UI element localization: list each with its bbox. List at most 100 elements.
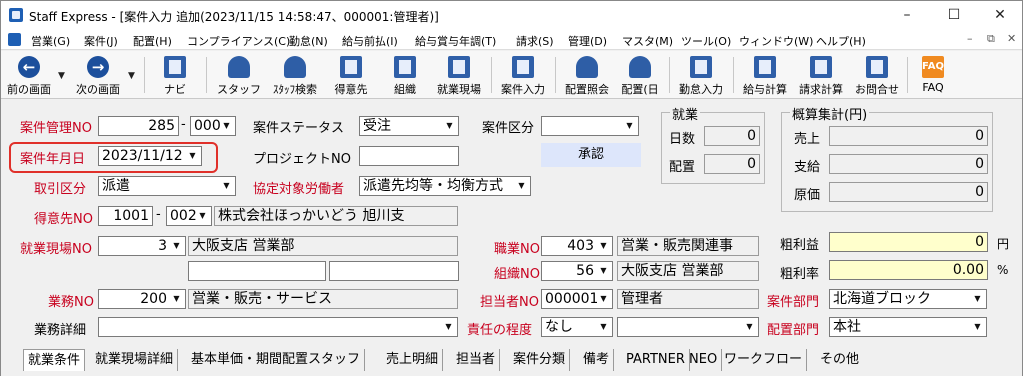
case-status-select[interactable]: 受注 ▼ xyxy=(359,116,459,136)
client-label: 得意先 xyxy=(334,83,368,96)
client-no-input[interactable]: 1001 xyxy=(98,206,153,226)
worksite-extra-field-2[interactable] xyxy=(329,261,459,281)
placement-daily-button[interactable]: 配置(日 xyxy=(615,51,665,98)
tab-unit-price-staff[interactable]: 基本単価・期間配置スタッフ xyxy=(187,349,366,371)
placement-department-select[interactable]: 本社 ▼ xyxy=(829,317,987,337)
tab-worksite-details[interactable]: 就業現場詳細 xyxy=(91,349,179,371)
case-status-label: 案件ステータス xyxy=(253,121,345,136)
chevron-down-icon[interactable]: ▼ xyxy=(743,320,756,334)
close-button[interactable]: ✕ xyxy=(977,1,1023,30)
transaction-type-select[interactable]: 派遣 ▼ xyxy=(98,176,236,196)
chevron-down-icon[interactable]: ▼ xyxy=(597,239,610,253)
menu-app-icon[interactable] xyxy=(8,33,21,46)
tab-notes[interactable]: 備考 xyxy=(579,349,615,371)
chevron-down-icon[interactable]: ▼ xyxy=(971,320,984,334)
mdi-restore-button[interactable]: ⧉ xyxy=(987,32,995,46)
responsibility-select[interactable]: なし ▼ xyxy=(541,317,613,337)
responsibility-extra-select[interactable]: ▼ xyxy=(617,317,759,337)
menu-bar: 営業(G) 案件(J) 配置(H) コンプライアンス(C) 勤怠(N) 給与前払… xyxy=(1,30,1022,50)
worksite-extra-field-1[interactable] xyxy=(188,261,326,281)
menu-sales[interactable]: 営業(G) xyxy=(31,33,70,49)
toolbar-separator xyxy=(206,57,207,93)
faq-button[interactable]: FAQ FAQ xyxy=(911,51,955,98)
staff-search-button[interactable]: ｽﾀｯﾌ検索 xyxy=(267,51,323,98)
organization-no-label: 組織NO xyxy=(494,267,540,282)
menu-compliance[interactable]: コンプライアンス(C) xyxy=(187,33,290,49)
chevron-down-icon[interactable]: ▼ xyxy=(443,119,456,133)
navi-button[interactable]: ナビ xyxy=(151,51,199,98)
client-branch-select[interactable]: 002 ▼ xyxy=(166,206,212,226)
organization-label: 組織 xyxy=(394,83,416,96)
tab-other[interactable]: その他 xyxy=(816,349,863,371)
worksite-no-select[interactable]: 3 ▼ xyxy=(98,236,186,256)
chevron-down-icon[interactable]: ▼ xyxy=(597,292,610,306)
menu-payroll-bonus[interactable]: 給与賞与年調(T) xyxy=(415,33,496,49)
organization-no-select[interactable]: 56 ▼ xyxy=(541,261,613,281)
minimize-button[interactable]: – xyxy=(884,1,930,30)
tab-employment-conditions[interactable]: 就業条件 xyxy=(23,349,86,371)
chevron-down-icon[interactable]: ▼ xyxy=(170,239,183,253)
chevron-down-icon[interactable]: ▼ xyxy=(515,179,528,193)
chevron-down-icon[interactable]: ▼ xyxy=(623,119,636,133)
case-input-button[interactable]: 案件入力 xyxy=(495,51,551,98)
attendance-button[interactable]: 勤怠入力 xyxy=(673,51,729,98)
back-dropdown-icon[interactable]: ▼ xyxy=(58,71,65,81)
chevron-down-icon[interactable]: ▼ xyxy=(971,292,984,306)
worksite-button[interactable]: 就業現場 xyxy=(431,51,487,98)
menu-placement[interactable]: 配置(H) xyxy=(133,33,172,49)
billing-icon xyxy=(810,56,832,78)
forward-dropdown-icon[interactable]: ▼ xyxy=(128,71,135,81)
menu-case[interactable]: 案件(J) xyxy=(84,33,118,49)
case-mgmt-no-input[interactable]: 285 xyxy=(98,116,179,136)
person-in-charge-select[interactable]: 000001 ▼ xyxy=(541,289,613,309)
menu-management[interactable]: 管理(D) xyxy=(568,33,607,49)
tab-person-in-charge[interactable]: 担当者 xyxy=(452,349,501,371)
forward-button[interactable]: → 次の画面 xyxy=(69,51,127,98)
case-input-icon xyxy=(512,56,534,78)
responsibility-value: なし xyxy=(545,319,573,335)
chevron-down-icon[interactable]: ▼ xyxy=(442,320,455,334)
maximize-button[interactable]: ☐ xyxy=(931,1,977,30)
chevron-down-icon[interactable]: ▼ xyxy=(597,320,610,334)
job-detail-select[interactable]: ▼ xyxy=(98,317,458,337)
client-button[interactable]: 得意先 xyxy=(327,51,375,98)
case-category-select[interactable]: ▼ xyxy=(541,116,639,136)
chevron-down-icon[interactable]: ▼ xyxy=(597,264,610,278)
approve-button[interactable]: 承認 xyxy=(541,143,641,167)
case-branch-select[interactable]: 000 ▼ xyxy=(190,116,236,136)
menu-payroll-advance[interactable]: 給与前払(I) xyxy=(342,33,398,49)
tab-neo[interactable]: NEO xyxy=(685,349,723,371)
chevron-down-icon[interactable]: ▼ xyxy=(170,292,183,306)
menu-help[interactable]: ヘルプ(H) xyxy=(816,33,866,49)
project-no-input[interactable] xyxy=(359,146,459,166)
chevron-down-icon[interactable]: ▼ xyxy=(220,179,233,193)
menu-master[interactable]: マスタ(M) xyxy=(622,33,673,49)
menu-tools[interactable]: ツール(O) xyxy=(681,33,731,49)
staff-button[interactable]: スタッフ xyxy=(215,51,263,98)
occupation-no-select[interactable]: 403 ▼ xyxy=(541,236,613,256)
menu-window[interactable]: ウィンドウ(W) xyxy=(739,33,813,49)
job-no-select[interactable]: 200 ▼ xyxy=(98,289,186,309)
mdi-close-button[interactable]: ✕ xyxy=(1007,32,1016,45)
agreement-worker-select[interactable]: 派遣先均等・均衡方式 ▼ xyxy=(359,176,531,196)
inquiry-button[interactable]: お問合せ xyxy=(849,51,905,98)
toolbar-separator xyxy=(733,57,734,93)
tab-workflow[interactable]: ワークフロー xyxy=(720,349,808,371)
cost-label: 原価 xyxy=(794,188,821,203)
chevron-down-icon[interactable]: ▼ xyxy=(196,209,209,223)
worksite-icon xyxy=(448,56,470,78)
tab-partner[interactable]: PARTNER xyxy=(622,349,690,371)
tab-sales-details[interactable]: 売上明細 xyxy=(382,349,444,371)
toolbar: ← 前の画面 ▼ → 次の画面 ▼ ナビ スタッフ ｽﾀｯﾌ検索 得意先 組織 xyxy=(1,51,1022,99)
mdi-minimize-button[interactable]: – xyxy=(967,32,973,45)
back-button[interactable]: ← 前の画面 xyxy=(1,51,57,98)
case-department-select[interactable]: 北海道ブロック ▼ xyxy=(829,289,987,309)
organization-button[interactable]: 組織 xyxy=(381,51,429,98)
chevron-down-icon[interactable]: ▼ xyxy=(220,119,233,133)
menu-attendance[interactable]: 勤怠(N) xyxy=(289,33,328,49)
payroll-button[interactable]: 給与計算 xyxy=(737,51,793,98)
tab-case-classification[interactable]: 案件分類 xyxy=(509,349,571,371)
billing-button[interactable]: 請求計算 xyxy=(793,51,849,98)
menu-billing[interactable]: 請求(S) xyxy=(516,33,554,49)
placement-inquiry-button[interactable]: 配置照会 xyxy=(559,51,615,98)
